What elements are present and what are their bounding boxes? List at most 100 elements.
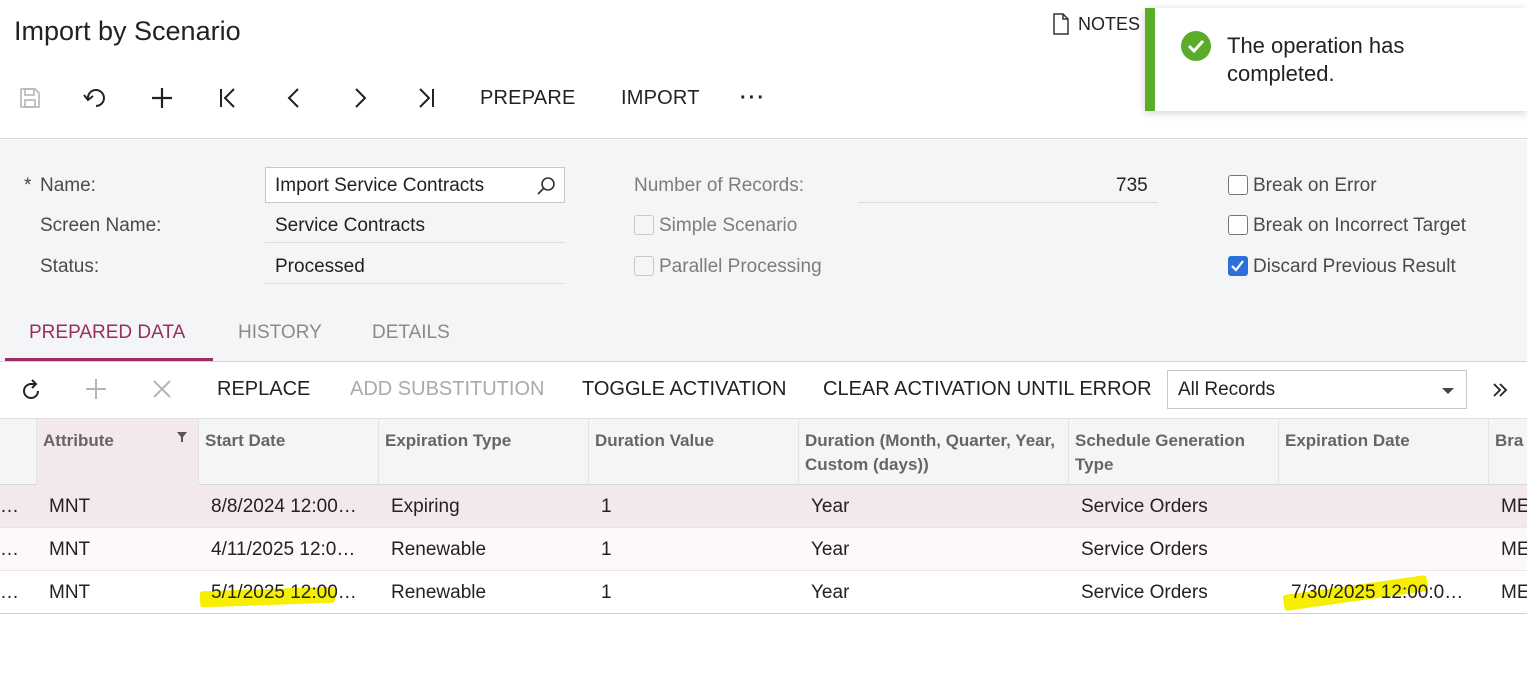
add-icon [152, 88, 172, 108]
cell-attribute: MNT [49, 496, 91, 517]
cell-branch: ME [1501, 539, 1527, 560]
table-row[interactable]: … MNT 8/8/2024 12:00… Expiring 1 Year Se… [0, 485, 1527, 528]
column-expiration-type[interactable]: Expiration Type [379, 419, 589, 486]
replace-button[interactable]: REPLACE [217, 378, 310, 401]
more-button[interactable]: ··· [740, 78, 766, 118]
cell-duration-value: 1 [601, 582, 612, 603]
row-prefix: … [0, 582, 19, 603]
status-value: Processed [275, 256, 365, 277]
cell-expiration-type: Renewable [391, 582, 487, 603]
active-tab-indicator [5, 358, 213, 361]
add-substitution-button[interactable]: ADD SUBSTITUTION [350, 378, 544, 401]
row-prefix: … [0, 496, 19, 517]
cell-duration-unit: Year [811, 539, 850, 560]
screen-name-label: Screen Name: [40, 215, 162, 236]
cell-attribute: MNT [49, 582, 91, 603]
cell-schedule-generation-type: Service Orders [1081, 582, 1208, 603]
column-schedule-generation-type[interactable]: Schedule Generation Type [1069, 419, 1279, 486]
previous-icon [287, 88, 299, 108]
tab-prepared-data[interactable]: PREPARED DATA [29, 322, 185, 344]
prepare-button[interactable]: PREPARE [480, 78, 576, 118]
import-button[interactable]: IMPORT [621, 78, 700, 118]
status-label: Status: [40, 256, 100, 277]
success-toast: The operation has completed. [1145, 8, 1527, 111]
add-button[interactable] [146, 78, 178, 118]
column-label: Attribute [43, 431, 114, 450]
tab-details[interactable]: DETAILS [372, 322, 450, 344]
cell-branch: ME [1501, 496, 1527, 517]
cell-start-date: 8/8/2024 12:00… [211, 496, 357, 517]
table-row[interactable]: … MNT 5/1/2025 12:00… Renewable 1 Year S… [0, 571, 1527, 614]
cell-schedule-generation-type: Service Orders [1081, 496, 1208, 517]
table-row[interactable]: … MNT 4/11/2025 12:0… Renewable 1 Year S… [0, 528, 1527, 571]
divider [265, 283, 565, 284]
page-title: Import by Scenario [14, 16, 241, 46]
search-icon[interactable] [536, 176, 556, 196]
cell-start-date: 4/11/2025 12:0… [211, 539, 356, 560]
records-value: 735 [1116, 175, 1148, 196]
screen-name-value: Service Contracts [275, 215, 425, 236]
divider [858, 202, 1158, 203]
parallel-processing-checkbox[interactable] [634, 256, 654, 276]
name-label: Name: [40, 175, 96, 196]
name-field[interactable]: Import Service Contracts [265, 167, 565, 203]
column-start-date[interactable]: Start Date [199, 419, 379, 486]
simple-scenario-checkbox[interactable] [634, 215, 654, 235]
cell-attribute: MNT [49, 539, 91, 560]
refresh-icon[interactable] [20, 378, 42, 402]
cell-schedule-generation-type: Service Orders [1081, 539, 1208, 560]
break-on-incorrect-target-checkbox[interactable] [1228, 215, 1248, 235]
column-duration-unit[interactable]: Duration (Month, Quarter, Year, Custom (… [799, 419, 1069, 486]
column-branch[interactable]: Bra [1489, 419, 1527, 486]
cell-duration-value: 1 [601, 539, 612, 560]
last-record-icon [419, 88, 434, 108]
expand-icon[interactable] [1491, 381, 1509, 399]
records-filter-value: All Records [1178, 379, 1276, 400]
clear-activation-button[interactable]: CLEAR ACTIVATION UNTIL ERROR [823, 378, 1152, 401]
previous-button[interactable] [278, 78, 310, 118]
records-label: Number of Records: [634, 175, 805, 196]
last-record-button[interactable] [410, 78, 442, 118]
row-selector-header [0, 419, 37, 486]
next-button[interactable] [344, 78, 376, 118]
grid-toolbar: REPLACE ADD SUBSTITUTION TOGGLE ACTIVATI… [0, 362, 1527, 418]
cell-branch: ME [1501, 582, 1527, 603]
save-icon [20, 88, 40, 108]
toggle-activation-button[interactable]: TOGGLE ACTIVATION [582, 378, 786, 401]
discard-previous-result-label: Discard Previous Result [1253, 256, 1456, 277]
notes-button[interactable]: NOTES [1052, 13, 1140, 35]
next-icon [355, 88, 367, 108]
delete-row-icon[interactable] [152, 379, 172, 399]
break-on-incorrect-target-label: Break on Incorrect Target [1253, 215, 1466, 236]
column-expiration-date[interactable]: Expiration Date [1279, 419, 1489, 486]
records-filter-select[interactable]: All Records [1167, 370, 1467, 409]
first-record-button[interactable] [212, 78, 244, 118]
cell-duration-unit: Year [811, 582, 850, 603]
row-prefix: … [0, 539, 19, 560]
cell-duration-value: 1 [601, 496, 612, 517]
document-icon [1053, 13, 1069, 35]
undo-icon [83, 89, 105, 107]
undo-button[interactable] [80, 78, 112, 118]
column-attribute[interactable]: Attribute [37, 419, 199, 486]
cell-start-date: 5/1/2025 12:00… [211, 582, 357, 603]
notes-label: NOTES [1078, 13, 1141, 34]
cell-expiration-type: Expiring [391, 496, 460, 517]
discard-previous-result-checkbox[interactable] [1228, 256, 1248, 276]
chevron-down-icon [1442, 388, 1454, 394]
checkmark-icon [1231, 260, 1244, 272]
cell-duration-unit: Year [811, 496, 850, 517]
tab-history[interactable]: HISTORY [238, 322, 322, 344]
grid-header: Attribute Start Date Expiration Type Dur… [0, 418, 1527, 486]
cell-expiration-date: 7/30/2025 12:00:0… [1291, 582, 1464, 603]
column-duration-value[interactable]: Duration Value [589, 419, 799, 486]
save-button[interactable] [14, 78, 46, 118]
parallel-processing-label: Parallel Processing [659, 256, 822, 277]
first-record-icon [220, 88, 235, 108]
filter-icon[interactable] [176, 431, 188, 443]
add-row-icon[interactable] [85, 378, 107, 400]
divider [265, 242, 565, 243]
break-on-error-label: Break on Error [1253, 175, 1377, 196]
break-on-error-checkbox[interactable] [1228, 175, 1248, 195]
required-mark: * [24, 175, 32, 196]
